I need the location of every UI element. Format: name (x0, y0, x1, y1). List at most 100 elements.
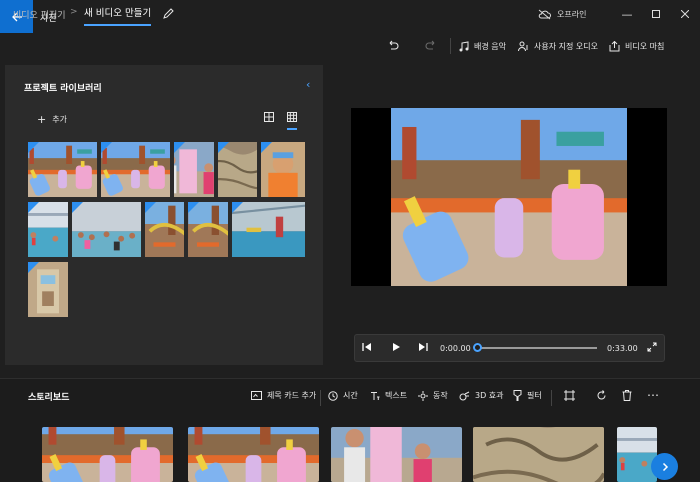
media-thumbnail[interactable] (28, 202, 68, 257)
skip-back-button[interactable] (362, 342, 372, 355)
trash-icon (622, 390, 632, 401)
skip-back-icon (362, 343, 371, 351)
added-indicator-icon (218, 142, 229, 153)
seek-handle[interactable] (473, 343, 482, 352)
chevron-right-icon (662, 462, 668, 471)
add-media-button[interactable]: + 추가 (37, 113, 67, 126)
project-library-title: 프로젝트 라이브러리 (24, 84, 102, 94)
play-icon (393, 343, 400, 351)
small-thumbnail-view-button[interactable] (287, 112, 297, 130)
added-indicator-icon (72, 202, 83, 213)
storyboard-clip[interactable] (617, 427, 657, 482)
redo-icon (425, 40, 435, 50)
rename-project-button[interactable] (160, 5, 176, 21)
rotate-icon (597, 390, 606, 400)
duration-label: 시간 (343, 391, 358, 400)
breadcrumb-current: 새 비디오 만들기 (84, 5, 152, 26)
storyboard-divider (320, 390, 321, 406)
minimize-button[interactable]: — (612, 0, 642, 28)
media-thumbnail[interactable] (232, 202, 305, 257)
grid-large-icon (264, 112, 274, 122)
media-thumbnail[interactable] (174, 142, 214, 197)
offline-status[interactable]: 오프라인 (538, 9, 586, 20)
seek-bar[interactable] (477, 347, 597, 349)
maximize-button[interactable] (641, 0, 671, 28)
added-indicator-icon (101, 142, 112, 153)
add-title-card-button[interactable]: 제목 카드 추가 (251, 390, 316, 401)
motion-icon (418, 390, 428, 401)
finish-video-button[interactable]: 비디오 마침 (609, 36, 664, 56)
scroll-next-button[interactable] (651, 453, 678, 480)
text-label: 텍스트 (385, 391, 408, 400)
background-music-button[interactable]: 배경 음악 (459, 36, 506, 56)
collapse-library-button[interactable]: ‹ (306, 78, 310, 91)
total-time: 0:33.00 (607, 344, 638, 353)
storyboard-clip[interactable] (473, 427, 604, 482)
breadcrumb-parent[interactable]: 비디오 편집기 (13, 8, 66, 21)
filters-label: 필터 (527, 391, 542, 400)
maximize-icon (652, 10, 660, 18)
play-button[interactable] (391, 342, 401, 355)
more-options-button[interactable]: ⋯ (647, 388, 659, 402)
added-indicator-icon (174, 142, 185, 153)
add-media-label: 추가 (52, 115, 67, 124)
media-thumbnail[interactable] (101, 142, 170, 197)
custom-audio-label: 사용자 지정 오디오 (534, 41, 598, 51)
media-thumbnail[interactable] (28, 262, 68, 317)
motion-label: 동작 (433, 391, 448, 400)
grid-small-icon (287, 112, 297, 122)
title-card-icon (251, 391, 262, 400)
breadcrumb-separator: > (70, 7, 78, 17)
rotate-button[interactable] (596, 390, 607, 401)
media-thumbnail[interactable] (188, 202, 228, 257)
duration-button[interactable]: 시간 (328, 390, 358, 401)
media-thumbnail[interactable] (261, 142, 305, 197)
storyboard-divider (551, 390, 552, 406)
delete-button[interactable] (622, 390, 632, 401)
added-indicator-icon (232, 202, 243, 213)
skip-forward-icon (419, 343, 428, 351)
added-indicator-icon (28, 142, 39, 153)
storyboard-clip[interactable] (331, 427, 462, 482)
skip-forward-button[interactable] (418, 342, 428, 355)
offline-label: 오프라인 (557, 10, 587, 19)
added-indicator-icon (28, 202, 39, 213)
media-thumbnail[interactable] (145, 202, 184, 257)
large-thumbnail-view-button[interactable] (264, 112, 274, 125)
storyboard-title: 스토리보드 (28, 393, 70, 403)
added-indicator-icon (188, 202, 199, 213)
3d-effects-button[interactable]: 3D 효과 (459, 390, 504, 401)
preview-frame-image (391, 108, 627, 286)
current-time: 0:00.00 (440, 344, 471, 353)
crop-button[interactable] (564, 390, 575, 401)
custom-audio-button[interactable]: 사용자 지정 오디오 (518, 36, 598, 56)
background-music-label: 배경 음악 (474, 41, 506, 51)
clock-icon (328, 390, 338, 401)
added-indicator-icon (145, 202, 156, 213)
undo-button[interactable] (385, 38, 401, 54)
chevron-left-icon: ‹ (306, 78, 311, 91)
added-indicator-icon (28, 262, 39, 273)
close-icon (681, 10, 689, 18)
add-title-card-label: 제목 카드 추가 (267, 391, 317, 400)
storyboard-clip[interactable] (188, 427, 319, 482)
media-thumbnail[interactable] (28, 142, 97, 197)
storyboard-clip[interactable] (42, 427, 173, 482)
more-icon: ⋯ (647, 388, 659, 402)
fullscreen-button[interactable] (647, 342, 657, 355)
motion-button[interactable]: 동작 (418, 390, 448, 401)
export-icon (609, 40, 620, 51)
filters-button[interactable]: 필터 (513, 390, 542, 401)
cloud-off-icon (538, 9, 551, 20)
undo-icon (389, 40, 399, 50)
user-audio-icon (518, 41, 528, 51)
plus-icon: + (37, 113, 47, 126)
close-button[interactable] (670, 0, 700, 28)
redo-button[interactable] (423, 38, 439, 54)
added-indicator-icon (261, 142, 272, 153)
3d-effects-label: 3D 효과 (475, 391, 504, 400)
media-thumbnail[interactable] (218, 142, 257, 197)
text-button[interactable]: 텍스트 (370, 390, 407, 401)
minimize-icon: — (621, 7, 633, 21)
media-thumbnail[interactable] (72, 202, 141, 257)
